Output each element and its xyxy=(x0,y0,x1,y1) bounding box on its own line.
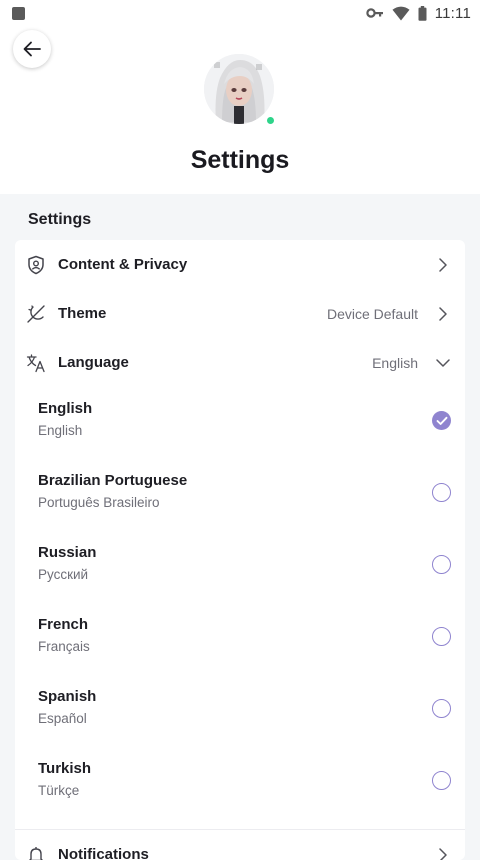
status-time: 11:11 xyxy=(435,5,471,22)
radio-unchecked-icon[interactable] xyxy=(432,555,451,574)
language-option-brazilian-portuguese[interactable]: Brazilian Portuguese Português Brasileir… xyxy=(15,457,465,529)
shield-user-icon xyxy=(25,254,47,276)
language-option-spanish[interactable]: Spanish Español xyxy=(15,673,465,745)
online-status-dot xyxy=(266,116,275,125)
language-native-name: English xyxy=(38,423,82,438)
language-native-name: Русский xyxy=(38,567,88,582)
radio-unchecked-icon[interactable] xyxy=(432,627,451,646)
language-row[interactable]: Language English xyxy=(15,338,465,387)
language-native-name: Español xyxy=(38,711,87,726)
radio-checked-icon[interactable] xyxy=(432,411,451,430)
back-button[interactable] xyxy=(13,30,51,68)
theme-value: Device Default xyxy=(327,306,418,322)
theme-row[interactable]: Theme Device Default xyxy=(15,289,465,338)
language-native-name: Türkçe xyxy=(38,783,79,798)
language-name: English xyxy=(38,400,92,417)
language-name: Brazilian Portuguese xyxy=(38,472,187,489)
language-option-english[interactable]: English English xyxy=(15,385,465,457)
radio-unchecked-icon[interactable] xyxy=(432,699,451,718)
language-name: Spanish xyxy=(38,688,96,705)
language-name: Turkish xyxy=(38,760,91,777)
chevron-down-icon xyxy=(435,355,451,371)
settings-card: Content & Privacy Theme Device Default L… xyxy=(15,240,465,860)
section-title: Settings xyxy=(28,211,91,229)
settings-header: Settings xyxy=(0,26,480,194)
theme-icon xyxy=(25,303,47,325)
notifications-row[interactable]: Notifications xyxy=(15,830,465,860)
translate-icon xyxy=(25,352,47,374)
status-bar: 11:11 xyxy=(0,0,480,26)
arrow-left-icon xyxy=(23,41,41,57)
language-native-name: Français xyxy=(38,639,90,654)
key-icon xyxy=(366,7,384,19)
language-name: Russian xyxy=(38,544,96,561)
theme-label: Theme xyxy=(58,305,106,322)
radio-unchecked-icon[interactable] xyxy=(432,771,451,790)
radio-unchecked-icon[interactable] xyxy=(432,483,451,502)
language-name: French xyxy=(38,616,88,633)
avatar[interactable] xyxy=(204,54,274,124)
content-privacy-label: Content & Privacy xyxy=(58,256,187,273)
chevron-right-icon xyxy=(435,257,451,273)
page-title: Settings xyxy=(0,146,480,175)
avatar-image xyxy=(204,54,274,124)
content-privacy-row[interactable]: Content & Privacy xyxy=(15,240,465,289)
language-option-french[interactable]: French Français xyxy=(15,601,465,673)
bell-icon xyxy=(25,844,47,860)
notifications-label: Notifications xyxy=(58,846,149,860)
language-native-name: Português Brasileiro xyxy=(38,495,160,510)
language-option-turkish[interactable]: Turkish Türkçe xyxy=(15,745,465,817)
language-option-russian[interactable]: Russian Русский xyxy=(15,529,465,601)
language-label: Language xyxy=(58,354,129,371)
battery-icon xyxy=(418,6,427,21)
app-square-icon xyxy=(12,7,25,20)
status-icons: 11:11 xyxy=(366,5,471,22)
language-value: English xyxy=(372,355,418,371)
chevron-right-icon xyxy=(435,847,451,860)
wifi-icon xyxy=(392,6,410,21)
chevron-right-icon xyxy=(435,306,451,322)
